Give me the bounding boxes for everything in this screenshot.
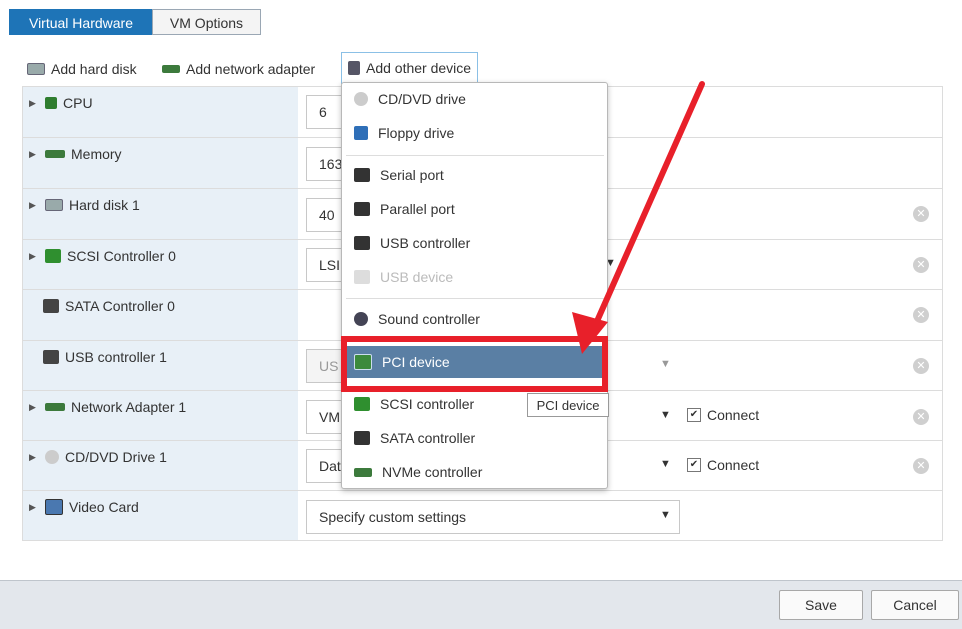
video-card-select[interactable]: Specify custom settings: [306, 500, 680, 534]
add-network-adapter-label: Add network adapter: [186, 61, 316, 77]
disc-icon: [45, 450, 59, 464]
row-label: USB controller 1: [43, 349, 167, 365]
hard-disk-icon: [45, 199, 63, 211]
row-label-text: Hard disk 1: [69, 197, 140, 213]
add-hard-disk-label: Add hard disk: [51, 61, 137, 77]
expand-caret-icon[interactable]: ▶: [29, 402, 39, 413]
row-label: SATA Controller 0: [43, 298, 175, 314]
menu-item-sata[interactable]: SATA controller: [342, 422, 607, 454]
sata-icon: [43, 299, 59, 313]
remove-icon[interactable]: ✕: [913, 257, 929, 273]
hard-disk-icon: [27, 63, 45, 75]
add-other-device-button[interactable]: Add other device: [341, 52, 479, 84]
row-label-text: SCSI Controller 0: [67, 248, 176, 264]
nvme-icon: [354, 467, 372, 477]
device-icon: [348, 61, 360, 75]
row-label-text: SATA Controller 0: [65, 298, 175, 314]
row-label-text: CPU: [63, 95, 93, 111]
connect-label: Connect: [707, 407, 760, 423]
scsi-icon: [354, 397, 370, 411]
expand-caret-icon[interactable]: ▶: [29, 149, 39, 160]
memory-icon: [45, 150, 65, 158]
row-label-text: Memory: [71, 146, 122, 162]
connect-checkbox[interactable]: ✔ Connect: [687, 457, 759, 473]
remove-icon[interactable]: ✕: [913, 409, 929, 425]
cancel-button[interactable]: Cancel: [871, 590, 959, 620]
expand-caret-icon[interactable]: ▶: [29, 200, 39, 211]
row-label[interactable]: ▶ Memory: [29, 146, 122, 162]
menu-item-nvme[interactable]: NVMe controller: [342, 456, 607, 488]
expand-caret-icon[interactable]: ▶: [29, 502, 39, 513]
row-label[interactable]: ▶ Network Adapter 1: [29, 399, 186, 415]
expand-caret-icon[interactable]: ▶: [29, 98, 39, 109]
cpu-icon: [45, 97, 57, 109]
tab-vm-options[interactable]: VM Options: [152, 9, 261, 35]
usb-device-icon: [354, 270, 370, 284]
menu-item-label: Sound controller: [378, 311, 480, 327]
disc-icon: [354, 92, 368, 106]
sound-icon: [354, 312, 368, 326]
menu-item-label: Floppy drive: [378, 125, 455, 141]
menu-item-label: SCSI controller: [380, 396, 475, 412]
add-network-adapter-button[interactable]: Add network adapter: [162, 56, 315, 82]
chevron-down-icon[interactable]: ▼: [660, 409, 671, 421]
row-label[interactable]: ▶ Video Card: [29, 499, 139, 515]
menu-item-label: SATA controller: [380, 430, 476, 446]
scsi-icon: [45, 249, 61, 263]
usb-icon: [354, 236, 370, 250]
checkmark-icon[interactable]: ✔: [687, 458, 701, 472]
row-label[interactable]: ▶ CD/DVD Drive 1: [29, 449, 167, 465]
connect-label: Connect: [707, 457, 760, 473]
chevron-down-icon[interactable]: ▼: [660, 458, 671, 470]
save-button[interactable]: Save: [779, 590, 863, 620]
expand-caret-icon[interactable]: ▶: [29, 452, 39, 463]
menu-item-label: Parallel port: [380, 201, 455, 217]
expand-caret-icon[interactable]: ▶: [29, 251, 39, 262]
menu-item-label: CD/DVD drive: [378, 91, 466, 107]
row-label[interactable]: ▶ Hard disk 1: [29, 197, 140, 213]
row-label[interactable]: ▶ CPU: [29, 95, 93, 111]
remove-icon[interactable]: ✕: [913, 307, 929, 323]
menu-item-label: Serial port: [380, 167, 444, 183]
annotation-arrow-icon: [572, 81, 705, 354]
network-adapter-icon: [45, 403, 65, 411]
menu-item-label: USB device: [380, 269, 454, 285]
hardware-row-video: ▶ Video Card Specify custom settings ▼: [23, 490, 942, 542]
remove-icon[interactable]: ✕: [913, 206, 929, 222]
usb-icon: [43, 350, 59, 364]
add-other-device-label: Add other device: [366, 60, 472, 76]
monitor-icon: [45, 499, 63, 515]
remove-icon[interactable]: ✕: [913, 358, 929, 374]
row-label-text: USB controller 1: [65, 349, 167, 365]
floppy-icon: [354, 126, 368, 140]
menu-item-label: USB controller: [380, 235, 471, 251]
parallel-icon: [354, 202, 370, 216]
row-label-text: Video Card: [69, 499, 139, 515]
tooltip: PCI device: [527, 393, 609, 417]
add-hard-disk-button[interactable]: Add hard disk: [27, 56, 137, 82]
sata-icon: [354, 431, 370, 445]
row-label-text: Network Adapter 1: [71, 399, 187, 415]
network-adapter-icon: [162, 65, 180, 73]
connect-checkbox[interactable]: ✔ Connect: [687, 407, 759, 423]
serial-icon: [354, 168, 370, 182]
remove-icon[interactable]: ✕: [913, 458, 929, 474]
row-label[interactable]: ▶ SCSI Controller 0: [29, 248, 176, 264]
checkmark-icon[interactable]: ✔: [687, 408, 701, 422]
menu-item-label: NVMe controller: [382, 464, 483, 480]
chevron-down-icon[interactable]: ▼: [660, 509, 671, 521]
tab-virtual-hardware[interactable]: Virtual Hardware: [9, 9, 153, 35]
row-label-text: CD/DVD Drive 1: [65, 449, 167, 465]
